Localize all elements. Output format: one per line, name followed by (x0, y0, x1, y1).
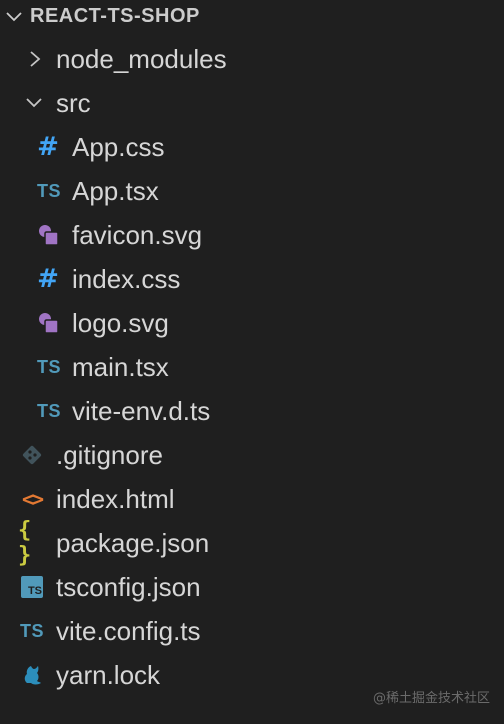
chevron-down-icon[interactable] (22, 95, 46, 111)
tree-item-label: src (56, 87, 91, 118)
yarn-icon (20, 663, 44, 687)
tree-item-label: yarn.lock (56, 659, 161, 690)
tree-item-label: index.css (72, 263, 181, 294)
tree-item-label: .gitignore (56, 439, 163, 470)
tree-item-label: logo.svg (72, 307, 169, 338)
tsconfig-icon-box: TS (21, 576, 43, 598)
tree-item-label: main.tsx (72, 351, 169, 382)
tree-item-label: App.tsx (72, 175, 159, 206)
tree-item-package-json[interactable]: { } package.json (0, 518, 504, 568)
chevron-right-icon[interactable] (24, 49, 46, 69)
html-icon: <> (21, 487, 44, 511)
tree-item-index-css[interactable]: # index.css (0, 257, 504, 301)
css-hash-icon: # (37, 264, 59, 294)
tree-item-main-tsx[interactable]: TS main.tsx (0, 345, 504, 389)
typescript-icon: TS (19, 620, 44, 641)
git-icon (20, 444, 44, 466)
chevron-down-icon[interactable] (2, 7, 26, 25)
css-hash-icon: # (37, 132, 59, 162)
tree-item-gitignore[interactable]: .gitignore (0, 433, 504, 477)
watermark: @稀土掘金技术社区 (372, 691, 490, 706)
tree-item-index-html[interactable]: <> index.html (0, 477, 504, 521)
tree-item-app-tsx[interactable]: TS App.tsx (0, 169, 504, 213)
tree-item-favicon-svg[interactable]: favicon.svg (0, 213, 504, 257)
tree-item-vite-config-ts[interactable]: TS vite.config.ts (0, 609, 504, 653)
tree-item-label: App.css (72, 131, 165, 162)
typescript-icon: TS (36, 180, 61, 201)
tree-item-label: package.json (56, 527, 210, 558)
typescript-icon: TS (36, 400, 61, 421)
tree-item-label: node_modules (56, 43, 227, 74)
tree-item-tsconfig-json[interactable]: TS tsconfig.json (0, 565, 504, 609)
svg-shapes-icon (36, 311, 62, 335)
root-folder-label: REACT-TS-SHOP (30, 4, 200, 27)
tsconfig-icon: TS (20, 576, 44, 598)
tree-item-label: favicon.svg (72, 219, 203, 250)
tree-item-label: index.html (56, 483, 175, 514)
tsconfig-icon-text: TS (27, 585, 42, 597)
typescript-icon: TS (36, 356, 61, 377)
tree-item-label: vite.config.ts (56, 615, 201, 646)
tree-item-src[interactable]: src (0, 81, 504, 125)
file-explorer: REACT-TS-SHOP node_modules src # App.css… (0, 0, 504, 724)
json-braces-icon: { } (18, 518, 31, 568)
tree-item-label: tsconfig.json (56, 571, 201, 602)
svg-shapes-icon (36, 223, 62, 247)
root-folder[interactable]: REACT-TS-SHOP (0, 0, 504, 38)
tree-item-label: vite-env.d.ts (72, 395, 211, 426)
tree-item-vite-env-d-ts[interactable]: TS vite-env.d.ts (0, 389, 504, 433)
tree-item-logo-svg[interactable]: logo.svg (0, 301, 504, 345)
tree-item-app-css[interactable]: # App.css (0, 125, 504, 169)
tree-item-node-modules[interactable]: node_modules (0, 37, 504, 81)
